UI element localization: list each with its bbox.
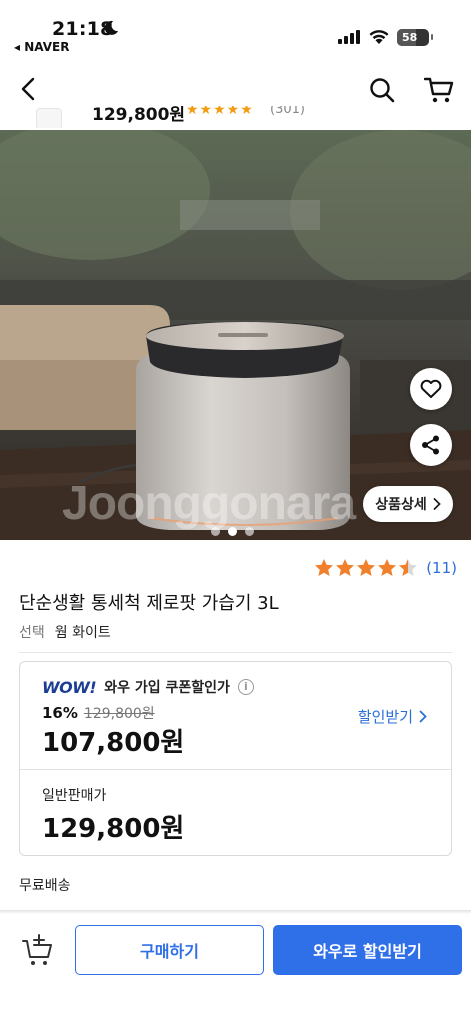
divider — [19, 652, 452, 653]
cart-icon[interactable] — [424, 76, 454, 104]
option-label: 선택 — [19, 625, 45, 641]
mini-review-count: (301) — [270, 106, 305, 117]
carousel-dot[interactable] — [245, 527, 254, 536]
watermark: Joonggonara — [62, 477, 356, 530]
chevron-right-icon — [433, 498, 441, 510]
shipping-info: 무료배송 — [19, 878, 71, 894]
battery-level: 58 — [402, 31, 418, 44]
battery-indicator: 58 — [397, 29, 433, 46]
carousel-dot-active[interactable] — [228, 527, 237, 536]
selected-option[interactable]: 선택 웜 화이트 — [19, 622, 111, 642]
rating-summary[interactable]: (11) — [314, 558, 457, 578]
wishlist-button[interactable] — [410, 368, 452, 410]
wow-coupon-label: 와우 가입 쿠폰할인가 — [104, 680, 230, 696]
wow-coupon-header: WOW! 와우 가입 쿠폰할인가 i — [42, 677, 254, 697]
share-icon — [422, 435, 439, 455]
price-box-divider — [20, 769, 451, 770]
add-to-cart-icon[interactable] — [22, 933, 54, 967]
bottom-bar-shadow — [0, 911, 471, 914]
sticky-mini-header: 129,800원 ★★★★★ (301) — [0, 106, 471, 128]
status-bar: 21:18 ◂ NAVER 58 — [0, 0, 471, 62]
moon-icon — [104, 20, 118, 35]
get-discount-link[interactable]: 할인받기 — [358, 706, 427, 727]
original-price: 129,800원 — [83, 706, 155, 722]
wifi-icon — [369, 30, 389, 44]
mini-price: 129,800원 — [92, 106, 186, 125]
product-detail-label: 상품상세 — [375, 497, 427, 513]
review-count[interactable]: (11) — [426, 559, 457, 577]
wow-discount-buy-button[interactable]: 와우로 할인받기 — [273, 925, 462, 975]
normal-price-label: 일반판매가 — [42, 788, 107, 804]
normal-price: 129,800원 — [42, 814, 185, 844]
bottom-action-bar: 구매하기 와우로 할인받기 — [0, 910, 471, 1024]
product-detail-button[interactable]: 상품상세 — [363, 486, 453, 522]
heart-icon — [420, 379, 442, 398]
info-icon[interactable]: i — [237, 679, 254, 695]
get-discount-label: 할인받기 — [357, 708, 413, 726]
discount-rate: 16% — [42, 704, 78, 722]
cellular-signal-icon — [338, 30, 360, 44]
carousel-dot[interactable] — [211, 527, 220, 536]
product-image-carousel[interactable]: Joonggonara 상품상세 — [0, 130, 471, 540]
share-button[interactable] — [410, 424, 452, 466]
back-to-app-link[interactable]: ◂ NAVER — [14, 40, 69, 54]
option-value: 웜 화이트 — [54, 625, 111, 641]
rating-stars — [315, 559, 418, 576]
back-icon[interactable] — [18, 76, 42, 102]
wow-price: 107,800원 — [42, 728, 185, 758]
product-title: 단순생활 통세척 제로팟 가습기 3L — [19, 593, 279, 614]
buy-button[interactable]: 구매하기 — [75, 925, 264, 975]
mini-product-thumbnail — [36, 108, 62, 128]
wow-logo: WOW! — [42, 677, 97, 697]
chevron-right-icon — [419, 710, 427, 723]
search-icon[interactable] — [368, 76, 396, 104]
discount-row: 16% 129,800원 — [42, 703, 155, 723]
mini-rating-stars: ★★★★★ — [186, 106, 254, 118]
carousel-indicator — [211, 527, 254, 536]
price-box: WOW! 와우 가입 쿠폰할인가 i 16% 129,800원 107,800원… — [19, 661, 452, 856]
